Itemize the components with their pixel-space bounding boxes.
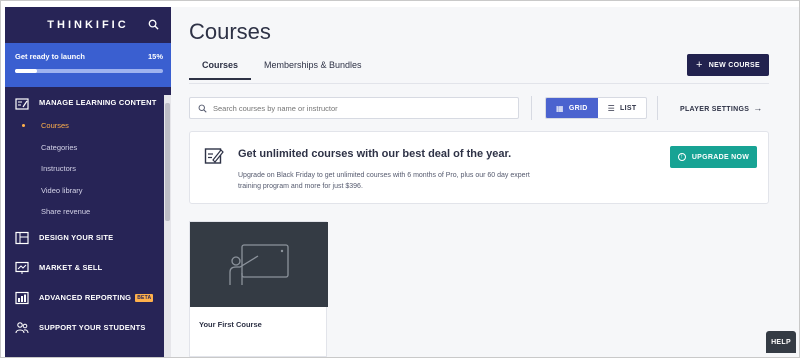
sidebar: THINKIFIC Get ready to launch 15% MANAGE… (5, 7, 171, 357)
nav-support-students[interactable]: SUPPORT YOUR STUDENTS (5, 313, 171, 343)
tab-courses[interactable]: Courses (189, 57, 252, 80)
beta-badge: BETA (135, 293, 154, 302)
launch-label: Get ready to launch (15, 52, 86, 61)
nav-design-label: DESIGN YOUR SITE (39, 233, 114, 242)
design-site-icon (15, 231, 29, 244)
logo[interactable]: THINKIFIC (47, 19, 128, 31)
search-input[interactable] (213, 103, 513, 113)
promo-heading: Get unlimited courses with our best deal… (238, 148, 512, 160)
manage-learning-content: MANAGE LEARNING CONTENT Courses Categori… (5, 93, 171, 223)
page-title: Courses (189, 19, 271, 44)
launch-progress-bar (15, 69, 163, 73)
grid-icon: ▦ (556, 103, 564, 113)
promo-banner: Get unlimited courses with our best deal… (189, 131, 769, 204)
support-students-icon (15, 321, 29, 333)
sidebar-item-instructors[interactable]: Instructors (5, 158, 171, 180)
new-course-label: NEW COURSE (708, 61, 760, 69)
course-search (189, 97, 519, 119)
grid-label: GRID (568, 104, 588, 112)
sidebar-item-share-revenue[interactable]: Share revenue (5, 201, 171, 223)
nav-reporting-label: ADVANCED REPORTING (39, 293, 132, 302)
tab-memberships-bundles[interactable]: Memberships & Bundles (251, 57, 375, 80)
list-icon: ☰ (607, 103, 616, 113)
promo-body: Upgrade on Black Friday to get unlimited… (238, 172, 530, 190)
sidebar-scroll-thumb[interactable] (165, 103, 170, 221)
launch-percent: 15% (147, 52, 163, 61)
new-course-button[interactable]: + NEW COURSE (687, 54, 769, 76)
search-icon (198, 104, 207, 113)
grid-view-button[interactable]: ▦ GRID (546, 98, 598, 118)
tab-bar: Courses Memberships & Bundles (189, 57, 375, 80)
upgrade-now-button[interactable]: ↑ UPGRADE NOW (670, 146, 757, 168)
course-card[interactable]: Your First Course (189, 221, 328, 357)
sidebar-item-courses[interactable]: Courses (5, 115, 171, 137)
tab-divider (189, 83, 769, 84)
course-thumbnail (190, 222, 328, 307)
presentation-icon (229, 244, 289, 285)
player-settings-label: PLAYER SETTINGS (680, 106, 750, 113)
list-label: LIST (620, 104, 637, 112)
course-title: Your First Course (199, 320, 262, 329)
nav-manage-label: MANAGE LEARNING CONTENT (39, 98, 157, 107)
manage-content-icon (15, 98, 29, 110)
sidebar-item-video-library[interactable]: Video library (5, 180, 171, 202)
divider (531, 96, 532, 120)
main-content: Courses Courses Memberships & Bundles + … (171, 7, 799, 357)
nav-market-sell[interactable]: MARKET & SELL (5, 253, 171, 283)
upgrade-icon: ↑ (677, 153, 686, 161)
reporting-icon (15, 291, 29, 304)
divider (657, 96, 658, 120)
edit-document-icon (204, 148, 224, 164)
player-settings-link[interactable]: PLAYER SETTINGS → (680, 103, 763, 113)
search-icon[interactable] (148, 19, 159, 30)
list-view-button[interactable]: ☰ LIST (598, 98, 647, 118)
nav-manage-learning-content[interactable]: MANAGE LEARNING CONTENT (5, 97, 171, 111)
sidebar-scrollbar[interactable] (164, 95, 171, 357)
arrow-right-icon: → (753, 103, 763, 113)
nav-market-label: MARKET & SELL (39, 263, 103, 272)
view-toggle: ▦ GRID ☰ LIST (545, 97, 648, 119)
help-button[interactable]: HELP (766, 331, 796, 353)
app-frame: THINKIFIC Get ready to launch 15% MANAGE… (0, 0, 800, 358)
manage-submenu: Courses Categories Instructors Video lib… (5, 115, 171, 223)
launch-progress-fill (15, 69, 38, 73)
upgrade-label: UPGRADE NOW (691, 153, 750, 161)
nav-design-your-site[interactable]: DESIGN YOUR SITE (5, 223, 171, 253)
nav-advanced-reporting[interactable]: ADVANCED REPORTING BETA (5, 283, 171, 313)
sidebar-header: THINKIFIC (5, 7, 171, 43)
sidebar-item-categories[interactable]: Categories (5, 137, 171, 159)
market-sell-icon (15, 261, 29, 274)
nav-support-label: SUPPORT YOUR STUDENTS (39, 323, 146, 332)
plus-icon: + (696, 59, 703, 71)
launch-progress[interactable]: Get ready to launch 15% (5, 43, 171, 87)
